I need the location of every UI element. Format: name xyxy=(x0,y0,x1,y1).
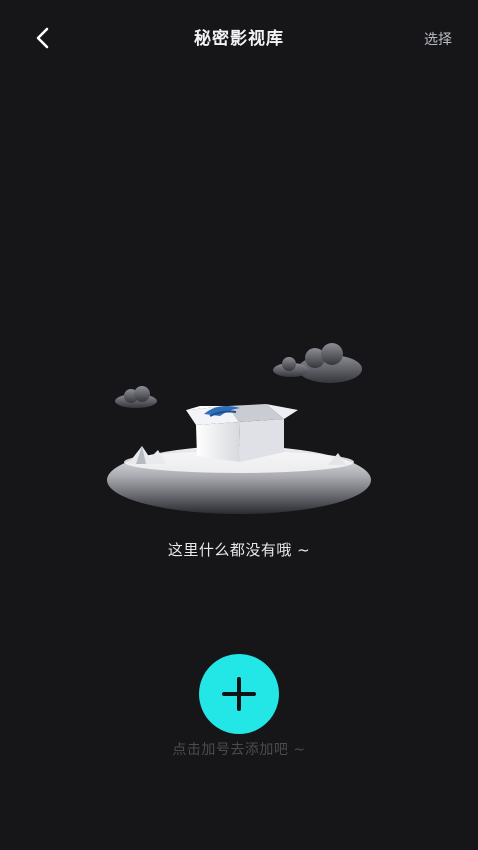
add-button[interactable] xyxy=(199,654,279,734)
empty-box-illustration xyxy=(107,343,371,514)
secret-video-library-screen: 秘密影视库 选择 这里什么都没有哦 ~ 点击加号去添加吧 ~ xyxy=(0,0,478,850)
cloud-icon xyxy=(115,386,157,408)
cloud-icon xyxy=(273,343,362,383)
select-button[interactable]: 选择 xyxy=(424,29,452,49)
page-title: 秘密影视库 xyxy=(194,29,284,49)
add-hint: 点击加号去添加吧 ~ xyxy=(172,742,306,758)
top-bar: 秘密影视库 选择 xyxy=(0,0,478,78)
plus-icon xyxy=(222,677,256,711)
empty-message: 这里什么都没有哦 ~ xyxy=(167,541,311,559)
